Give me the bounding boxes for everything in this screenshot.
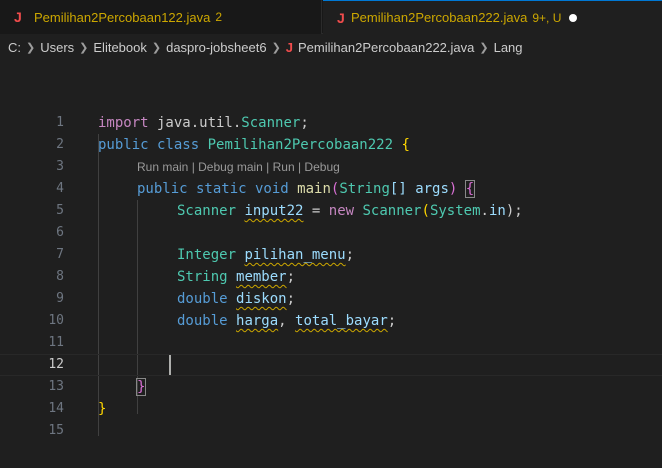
unsaved-dot-icon[interactable] xyxy=(569,13,578,22)
code-line-6: 6 xyxy=(0,222,662,244)
code-line-15: 15 xyxy=(0,420,662,442)
class-name: String xyxy=(177,269,228,285)
brace: } xyxy=(98,401,107,417)
tab-pemilihan2percobaan222[interactable]: J Pemilihan2Percobaan222.java 9+, U xyxy=(323,0,662,34)
line-number: 4 xyxy=(56,181,64,196)
breadcrumb-item-symbol[interactable]: Lang xyxy=(494,40,523,55)
breadcrumb-item-drive[interactable]: C: xyxy=(8,40,21,55)
chevron-right-icon: ❯ xyxy=(271,41,281,54)
keyword: double xyxy=(177,313,228,329)
breadcrumb-item-file[interactable]: Pemilihan2Percobaan222.java xyxy=(298,40,474,55)
keyword: new xyxy=(328,203,363,219)
problems-badge: 2 xyxy=(215,10,223,24)
class-name: Scanner xyxy=(241,115,301,131)
code-line-10: 10 double harga, total_bayar; xyxy=(0,310,662,332)
keyword: public static void xyxy=(137,181,298,197)
class-name: Pemilihan2Percobaan222 xyxy=(207,137,394,153)
paren: ) xyxy=(448,181,466,197)
chevron-right-icon: ❯ xyxy=(479,41,489,54)
brace: { xyxy=(393,137,410,153)
code-line-12: 12 xyxy=(0,354,662,376)
code-line-2: 2 public class Pemilihan2Percobaan222 { xyxy=(0,134,662,156)
line-number: 14 xyxy=(48,401,64,416)
tab-pemilihan2percobaan122[interactable]: J Pemilihan2Percobaan122.java 2 xyxy=(0,0,322,34)
variable: input22 xyxy=(244,203,304,219)
paren: ( xyxy=(421,203,430,219)
code-line-5: 5 Scanner input22 = new Scanner(System.i… xyxy=(0,200,662,222)
punctuation: , xyxy=(278,313,296,329)
chevron-right-icon: ❯ xyxy=(26,41,36,54)
punctuation: ; xyxy=(286,269,296,285)
line-number: 6 xyxy=(56,225,64,240)
class-name: Integer xyxy=(177,247,237,263)
line-number: 1 xyxy=(56,115,64,130)
class-name: System xyxy=(429,203,481,219)
variable: pilihan_menu xyxy=(244,247,346,263)
keyword: double xyxy=(177,291,228,307)
breadcrumb-item-users[interactable]: Users xyxy=(40,40,74,55)
code-line-9: 9 double diskon; xyxy=(0,288,662,310)
brace: } xyxy=(135,378,147,396)
keyword: public xyxy=(98,137,149,153)
field: in xyxy=(488,203,506,219)
chevron-right-icon: ❯ xyxy=(151,41,162,54)
line-number: 3 xyxy=(56,159,64,174)
line-number: 13 xyxy=(48,379,64,394)
keyword: import xyxy=(98,115,149,131)
code-line-11: 11 xyxy=(0,332,662,354)
array-brackets: [] xyxy=(389,181,416,197)
chevron-right-icon: ❯ xyxy=(79,41,89,54)
class-name: String xyxy=(339,181,390,197)
punctuation: ; xyxy=(345,247,355,263)
operator: = xyxy=(303,203,329,219)
java-file-icon: J xyxy=(337,9,345,26)
code-line-4: 4 public static void main(String[] args)… xyxy=(0,178,662,200)
line-number: 15 xyxy=(48,423,64,438)
code-line-14: 14 } xyxy=(0,398,662,420)
text-cursor xyxy=(169,355,171,375)
breadcrumb-item-elitebook[interactable]: Elitebook xyxy=(93,40,146,55)
code-line-8: 8 String member; xyxy=(0,266,662,288)
line-number: 10 xyxy=(48,313,64,328)
line-number: 2 xyxy=(56,137,64,152)
problems-badge: 9+, U xyxy=(532,10,562,25)
line-number: 12 xyxy=(48,357,64,372)
line-number: 7 xyxy=(56,247,64,262)
java-file-icon: J xyxy=(14,9,22,25)
line-number: 8 xyxy=(56,269,64,284)
code-line-7: 7 Integer pilihan_menu; xyxy=(0,244,662,266)
breadcrumb: C: ❯ Users ❯ Elitebook ❯ daspro-jobsheet… xyxy=(0,34,662,60)
punctuation: ; xyxy=(286,291,296,307)
editor-tab-bar: J Pemilihan2Percobaan122.java 2 J Pemili… xyxy=(0,0,662,34)
class-name: Scanner xyxy=(177,203,237,219)
variable: diskon xyxy=(236,291,287,307)
keyword: class xyxy=(148,137,208,153)
variable: total_bayar xyxy=(295,313,388,329)
line-number: 11 xyxy=(48,335,64,350)
breadcrumb-item-folder[interactable]: daspro-jobsheet6 xyxy=(166,40,266,55)
line-number: 5 xyxy=(56,203,64,218)
punctuation: ; xyxy=(387,313,397,329)
tab-label: Pemilihan2Percobaan122.java xyxy=(34,9,211,25)
java-file-icon: J xyxy=(285,39,294,55)
punctuation: ; xyxy=(300,115,309,131)
brace: { xyxy=(464,180,476,198)
punctuation: . xyxy=(480,203,489,219)
method-name: main xyxy=(297,181,331,197)
package-path: java.util. xyxy=(148,115,242,131)
tab-label: Pemilihan2Percobaan222.java xyxy=(351,10,528,25)
code-line-13: 13 } xyxy=(0,376,662,398)
variable: harga xyxy=(236,313,279,329)
line-number: 9 xyxy=(56,291,64,306)
parameter: args xyxy=(415,181,449,197)
punctuation: ); xyxy=(505,203,523,219)
class-name: Scanner xyxy=(362,203,422,219)
codelens-run-debug[interactable]: Run main | Debug main | Run | Debug xyxy=(137,160,340,174)
code-line-1: 1 import java.util.Scanner; xyxy=(0,112,662,134)
variable: member xyxy=(236,269,287,285)
